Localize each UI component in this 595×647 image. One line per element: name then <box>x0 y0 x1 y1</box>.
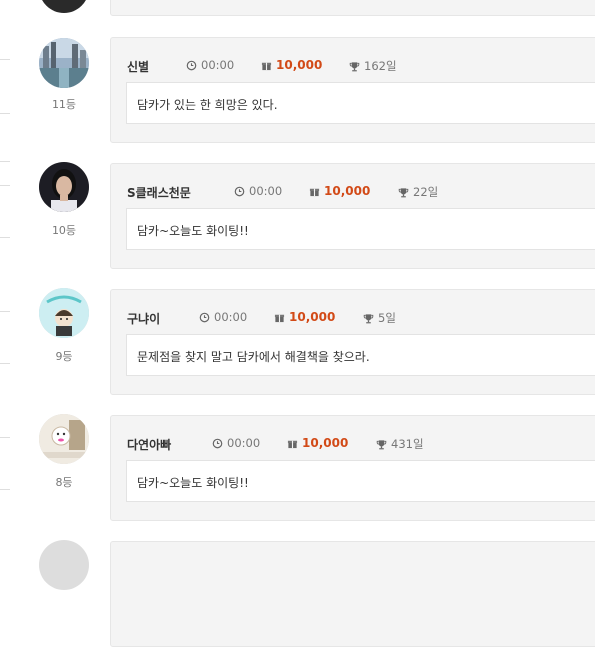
user-name[interactable]: 신별 <box>127 58 149 75</box>
time-info: 00:00 <box>234 184 282 198</box>
points-info: 10,000 <box>309 184 370 198</box>
rank-label: 9등 <box>55 350 73 363</box>
days-info: 431일 <box>376 436 424 452</box>
comment-card: 다연아빠 00:00 10,000 431일 담카~오늘도 화이팅!! <box>110 415 595 521</box>
gift-icon <box>309 188 320 196</box>
comment-message: 담카~오늘도 화이팅!! <box>126 208 595 250</box>
comment-card <box>110 0 595 16</box>
points-value: 10,000 <box>289 310 336 324</box>
avatar[interactable] <box>39 288 89 338</box>
days-value: 431일 <box>391 437 424 451</box>
points-info: 10,000 <box>261 58 322 72</box>
days-info: 22일 <box>398 184 438 200</box>
time-value: 00:00 <box>214 310 248 324</box>
time-info: 00:00 <box>186 58 234 72</box>
trophy-icon <box>376 439 387 449</box>
avatar[interactable] <box>39 38 89 88</box>
timeline-tick <box>0 437 10 438</box>
user-name[interactable]: 다연아빠 <box>127 436 171 453</box>
points-value: 10,000 <box>302 436 349 450</box>
avatar[interactable] <box>39 0 89 13</box>
trophy-icon <box>363 313 374 323</box>
rank-label: 11등 <box>51 98 77 111</box>
comment-card <box>110 541 595 647</box>
timeline-tick <box>0 489 10 490</box>
comment-card: 신별 00:00 10,000 162일 담카가 있는 한 희망은 있다. <box>110 37 595 143</box>
user-name[interactable]: S클래스천문 <box>127 184 191 201</box>
time-value: 00:00 <box>249 184 283 198</box>
gift-icon <box>274 314 285 322</box>
timeline-tick <box>0 185 10 186</box>
time-value: 00:00 <box>227 436 261 450</box>
points-info: 10,000 <box>287 436 348 450</box>
avatar[interactable] <box>39 162 89 212</box>
time-info: 00:00 <box>199 310 247 324</box>
rank-label: 10등 <box>51 224 77 237</box>
days-info: 5일 <box>363 310 396 326</box>
comment-message: 담카가 있는 한 희망은 있다. <box>126 82 595 124</box>
comment-message: 문제점을 찾지 말고 담카에서 해결책을 찾으라. <box>126 334 595 376</box>
time-info: 00:00 <box>212 436 260 450</box>
days-value: 162일 <box>364 59 397 73</box>
clock-icon <box>234 186 245 196</box>
time-value: 00:00 <box>201 58 235 72</box>
gift-icon <box>261 62 272 70</box>
timeline-tick <box>0 113 10 114</box>
days-value: 5일 <box>378 311 396 325</box>
trophy-icon <box>349 61 360 71</box>
points-value: 10,000 <box>276 58 323 72</box>
gift-icon <box>287 440 298 448</box>
points-value: 10,000 <box>324 184 371 198</box>
clock-icon <box>186 60 197 70</box>
comment-message: 담카~오늘도 화이팅!! <box>126 460 595 502</box>
comment-card: 구냐이 00:00 10,000 5일 문제점을 찾지 말고 담카에서 해결책을… <box>110 289 595 395</box>
timeline-tick <box>0 363 10 364</box>
clock-icon <box>212 438 223 448</box>
days-value: 22일 <box>413 185 439 199</box>
timeline-tick <box>0 59 10 60</box>
days-info: 162일 <box>349 58 397 74</box>
rank-label: 8등 <box>55 476 73 489</box>
avatar[interactable] <box>39 414 89 464</box>
avatar[interactable] <box>39 540 89 590</box>
user-name[interactable]: 구냐이 <box>127 310 160 327</box>
timeline-tick <box>0 161 10 162</box>
timeline-tick <box>0 311 10 312</box>
points-info: 10,000 <box>274 310 335 324</box>
timeline-tick <box>0 237 10 238</box>
clock-icon <box>199 312 210 322</box>
comment-card: S클래스천문 00:00 10,000 22일 담카~오늘도 화이팅!! <box>110 163 595 269</box>
trophy-icon <box>398 187 409 197</box>
